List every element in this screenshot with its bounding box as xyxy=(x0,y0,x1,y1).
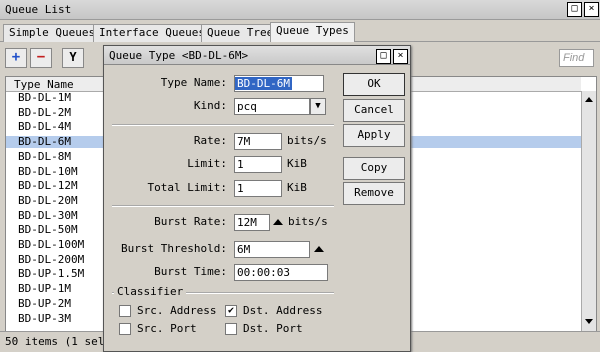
burst-threshold-field[interactable]: 6M xyxy=(234,241,310,258)
vertical-scrollbar[interactable] xyxy=(581,91,596,331)
tab-queue-tree[interactable]: Queue Tree xyxy=(201,24,280,42)
dialog-titlebar[interactable]: Queue Type <BD-DL-6M> □ × xyxy=(104,46,410,65)
filter-icon[interactable]: Y xyxy=(62,48,84,68)
tab-bar: Simple Queues Interface Queues Queue Tre… xyxy=(0,20,600,43)
burst-threshold-label: Burst Threshold: xyxy=(121,242,227,255)
row-type-name: BD-DL-50M xyxy=(18,223,78,237)
row-type-name: BD-DL-6M xyxy=(18,135,71,149)
burst-threshold-expand-icon[interactable] xyxy=(314,246,324,252)
row-type-name: BD-DL-2M xyxy=(18,105,71,119)
row-type-name: BD-DL-12M xyxy=(18,179,78,193)
row-type-name: BD-DL-200M xyxy=(18,252,85,266)
row-type-name: BD-DL-100M xyxy=(18,238,85,251)
classifier-label: Classifier xyxy=(114,285,187,298)
total-limit-label: Total Limit: xyxy=(147,181,227,194)
rate-unit: bits/s xyxy=(287,134,327,147)
src-address-checkbox[interactable] xyxy=(119,305,131,317)
total-limit-unit: KiB xyxy=(287,181,307,194)
limit-field[interactable]: 1 xyxy=(234,156,282,173)
row-type-name: BD-UP-1.5M xyxy=(18,267,85,281)
tab-queue-types[interactable]: Queue Types xyxy=(270,22,355,43)
src-port-label: Src. Port xyxy=(137,322,197,335)
divider xyxy=(112,124,334,126)
dst-address-checkbox[interactable]: ✔ xyxy=(225,305,237,317)
copy-button[interactable]: Copy xyxy=(343,157,405,180)
scroll-down-icon[interactable] xyxy=(585,319,593,324)
burst-rate-expand-icon[interactable] xyxy=(273,219,283,225)
rate-label: Rate: xyxy=(193,134,227,147)
scroll-up-icon[interactable] xyxy=(585,97,593,102)
dst-port-label: Dst. Port xyxy=(243,322,303,335)
kind-label: Kind: xyxy=(193,99,227,112)
window-title: Queue List xyxy=(5,3,72,16)
row-type-name: BD-DL-20M xyxy=(18,193,78,207)
total-limit-field[interactable]: 1 xyxy=(234,180,282,197)
status-text: 50 items (1 sele xyxy=(5,335,111,348)
burst-time-label: Burst Time: xyxy=(154,265,227,278)
row-type-name: BD-UP-3M xyxy=(18,311,71,325)
kind-dropdown-icon[interactable]: ▼ xyxy=(310,98,326,115)
cancel-button[interactable]: Cancel xyxy=(343,99,405,122)
find-input[interactable]: Find xyxy=(559,49,594,67)
burst-rate-label: Burst Rate: xyxy=(154,215,227,228)
dialog-title: Queue Type <BD-DL-6M> xyxy=(109,49,249,62)
remove-button[interactable]: Remove xyxy=(343,182,405,205)
type-name-label: Type Name: xyxy=(160,76,227,89)
src-address-label: Src. Address xyxy=(137,304,217,317)
tab-simple-queues[interactable]: Simple Queues xyxy=(3,24,102,42)
row-type-name: BD-UP-1M xyxy=(18,282,71,296)
dialog-restore-button[interactable]: □ xyxy=(376,49,391,64)
row-type-name: BD-DL-10M xyxy=(18,164,78,178)
dst-address-label: Dst. Address xyxy=(243,304,323,317)
divider xyxy=(112,205,334,207)
limit-label: Limit: xyxy=(187,157,227,170)
row-type-name: BD-DL-4M xyxy=(18,120,71,134)
tab-interface-queues[interactable]: Interface Queues xyxy=(93,24,211,42)
window-titlebar: Queue List □ × xyxy=(0,0,600,20)
row-type-name: BD-DL-8M xyxy=(18,149,71,163)
kind-select[interactable]: pcq xyxy=(234,98,310,115)
ok-button[interactable]: OK xyxy=(343,73,405,96)
restore-button[interactable]: □ xyxy=(567,2,582,17)
type-name-value: BD-DL-6M xyxy=(235,77,292,90)
burst-rate-field[interactable]: 12M xyxy=(234,214,270,231)
row-type-name: BD-DL-30M xyxy=(18,208,78,222)
dialog-close-button[interactable]: × xyxy=(393,49,408,64)
remove-button[interactable]: − xyxy=(30,48,52,68)
queue-type-dialog: Queue Type <BD-DL-6M> □ × Type Name: BD-… xyxy=(103,45,411,352)
row-type-name: BD-DL-1M xyxy=(18,91,71,104)
src-port-checkbox[interactable] xyxy=(119,323,131,335)
close-button[interactable]: × xyxy=(584,2,599,17)
add-button[interactable]: + xyxy=(5,48,27,68)
limit-unit: KiB xyxy=(287,157,307,170)
type-name-field[interactable]: BD-DL-6M xyxy=(234,75,324,92)
burst-rate-unit: bits/s xyxy=(288,215,328,228)
row-type-name: BD-UP-2M xyxy=(18,296,71,310)
dst-port-checkbox[interactable] xyxy=(225,323,237,335)
column-header-type-name: Type Name xyxy=(14,78,74,91)
burst-time-field[interactable]: 00:00:03 xyxy=(234,264,328,281)
apply-button[interactable]: Apply xyxy=(343,124,405,147)
rate-field[interactable]: 7M xyxy=(234,133,282,150)
